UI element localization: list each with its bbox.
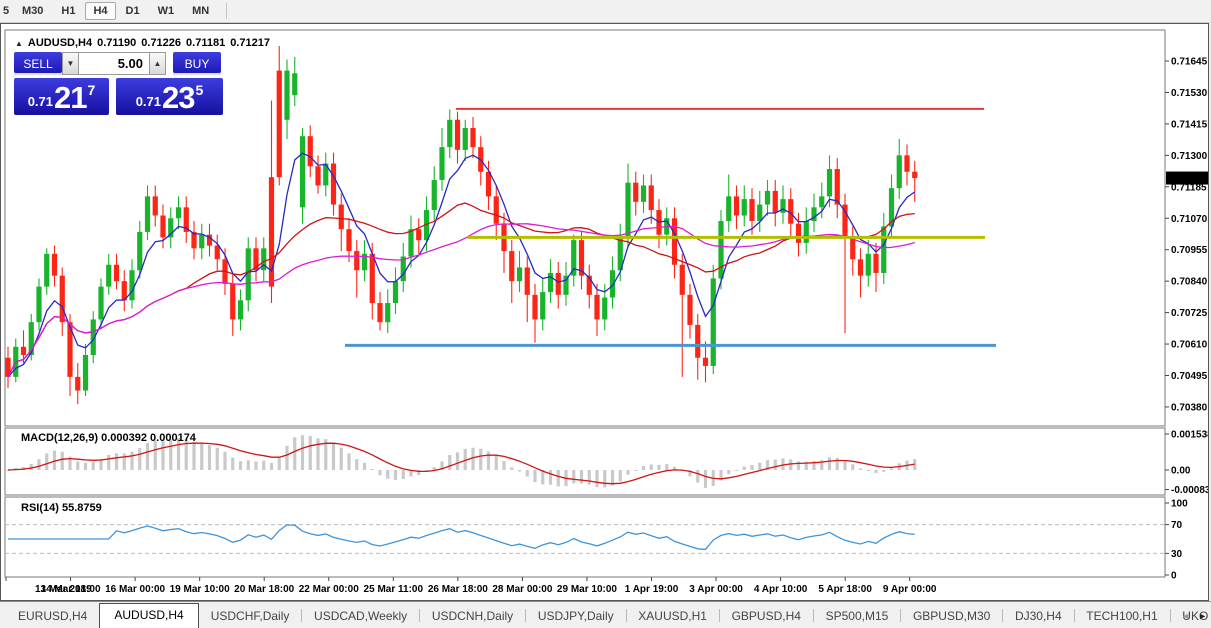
collapse-trade-panel-icon[interactable]: ▲ [15,39,23,48]
svg-text:0.71217: 0.71217 [1171,174,1208,185]
svg-text:-0.000835: -0.000835 [1171,485,1208,496]
chart-high-value: 0.71226 [141,37,182,49]
svg-text:0.00: 0.00 [1171,466,1191,477]
price-axis: 0.716450.715300.714150.713000.711850.710… [1165,57,1208,582]
svg-text:0.71070: 0.71070 [1171,214,1208,225]
svg-text:1 Apr 19:00: 1 Apr 19:00 [625,584,679,595]
tab-scroll-buttons: ◄ ► [1181,611,1207,621]
svg-text:30: 30 [1171,549,1183,560]
sell-price-button[interactable]: 0.71 21 7 [14,78,109,115]
svg-text:0.71645: 0.71645 [1171,57,1208,68]
sell-price-big: 21 [54,80,87,115]
chart-title: ▲ AUDUSD,H4 0.71190 0.71226 0.71181 0.71… [15,37,270,49]
rsi-label: RSI(14) 55.8759 [21,502,102,514]
tab-usdcnh-daily[interactable]: USDCNH,Daily [420,605,525,628]
svg-text:28 Mar 00:00: 28 Mar 00:00 [492,584,552,595]
macd-value: 0.000392 [101,432,147,444]
svg-text:0: 0 [1171,571,1177,582]
chart-window: 0.71645 0.71530 0.71415 0.71300 0.71185 0.710… [0,23,1209,601]
svg-text:16 Mar 00:00: 16 Mar 00:00 [105,584,165,595]
tab-scroll-left-icon[interactable]: ◄ [1181,611,1190,621]
svg-text:19 Mar 10:00: 19 Mar 10:00 [170,584,230,595]
buy-price-big: 23 [162,80,195,115]
buy-price-prefix: 0.71 [135,94,162,109]
buy-button[interactable]: BUY [173,52,221,75]
svg-text:0.70955: 0.70955 [1171,245,1208,256]
buy-price-button[interactable]: 0.71 23 5 [116,78,223,115]
tab-eurusd-h4[interactable]: EURUSD,H4 [6,605,99,628]
tab-usdcad-weekly[interactable]: USDCAD,Weekly [302,605,419,628]
tab-gbpusd-h4[interactable]: GBPUSD,H4 [720,605,813,628]
svg-text:0.70610: 0.70610 [1171,340,1208,351]
one-click-trade-panel: SELL ▼ 5.00 ▲ BUY 0.71 21 7 0.71 23 5 [14,52,226,115]
svg-text:0.71300: 0.71300 [1171,151,1208,162]
tab-xauusd-h1[interactable]: XAUUSD,H1 [626,605,719,628]
tab-sp500-m15[interactable]: SP500,M15 [814,605,901,628]
timeframe-button-h1[interactable]: H1 [53,2,83,20]
time-axis: 13 Mar 201914 Mar 18:00 16 Mar 00:00 19 Ma… [5,577,937,595]
timeframe-button-mn[interactable]: MN [184,2,217,20]
tab-scroll-right-icon[interactable]: ► [1198,611,1207,621]
tab-tech100-h1[interactable]: TECH100,H1 [1074,605,1169,628]
rsi-value: 55.8759 [61,502,102,514]
tab-usdchf-daily[interactable]: USDCHF,Daily [199,605,302,628]
svg-text:0.71415: 0.71415 [1171,119,1208,130]
chart-symbol-period: AUDUSD,H4 [27,37,93,49]
svg-text:5 Apr 18:00: 5 Apr 18:00 [818,584,872,595]
svg-text:14 Mar 18:00: 14 Mar 18:00 [41,584,101,595]
macd-signal-value: 0.000174 [150,432,196,444]
timeframe-toolbar: 5 M30 H1 H4 D1 W1 MN [0,0,1211,23]
svg-text:0.70495: 0.70495 [1171,371,1208,382]
svg-text:70: 70 [1171,520,1183,531]
svg-text:0.70380: 0.70380 [1171,402,1208,413]
svg-text:9 Apr 00:00: 9 Apr 00:00 [883,584,937,595]
svg-text:20 Mar 18:00: 20 Mar 18:00 [234,584,294,595]
timeframe-button-w1[interactable]: W1 [150,2,183,20]
svg-text:22 Mar 00:00: 22 Mar 00:00 [299,584,359,595]
toolbar-separator [226,3,228,19]
timeframe-button-m30[interactable]: M30 [14,2,51,20]
macd-label: MACD(12,26,9) 0.000392 0.000174 [21,432,196,444]
tab-audusd-h4[interactable]: AUDUSD,H4 [99,603,199,628]
tab-usdjpy-daily[interactable]: USDJPY,Daily [526,605,626,628]
svg-text:3 Apr 00:00: 3 Apr 00:00 [689,584,743,595]
tab-dj30-h4[interactable]: DJ30,H4 [1003,605,1074,628]
timeframe-button-5[interactable]: 5 [1,2,12,20]
timeframe-button-h4[interactable]: H4 [85,2,116,20]
volume-field[interactable]: 5.00 [79,52,149,75]
sell-price-sup: 7 [87,82,96,98]
svg-text:0.71530: 0.71530 [1171,88,1208,99]
svg-text:0.70725: 0.70725 [1171,308,1208,319]
svg-text:0.70840: 0.70840 [1171,277,1208,288]
svg-text:100: 100 [1171,499,1188,510]
chart-close-value: 0.71217 [230,37,270,49]
svg-text:0.001538: 0.001538 [1171,430,1208,441]
svg-text:26 Mar 18:00: 26 Mar 18:00 [428,584,488,595]
tab-gbpusd-m30[interactable]: GBPUSD,M30 [901,605,1002,628]
buy-price-sup: 5 [195,82,204,98]
svg-text:25 Mar 11:00: 25 Mar 11:00 [364,584,424,595]
sell-button[interactable]: SELL [14,52,62,75]
chart-tab-bar: EURUSD,H4 AUDUSD,H4 USDCHF,Daily USDCAD,Wee… [0,601,1211,628]
svg-text:29 Mar 10:00: 29 Mar 10:00 [557,584,617,595]
svg-text:4 Apr 10:00: 4 Apr 10:00 [754,584,808,595]
volume-decrease-button[interactable]: ▼ [62,52,79,75]
volume-increase-button[interactable]: ▲ [149,52,166,75]
timeframe-button-d1[interactable]: D1 [118,2,148,20]
chart-low-value: 0.71181 [186,37,226,49]
sell-price-prefix: 0.71 [27,94,54,109]
chart-open-value: 0.71190 [97,37,137,49]
